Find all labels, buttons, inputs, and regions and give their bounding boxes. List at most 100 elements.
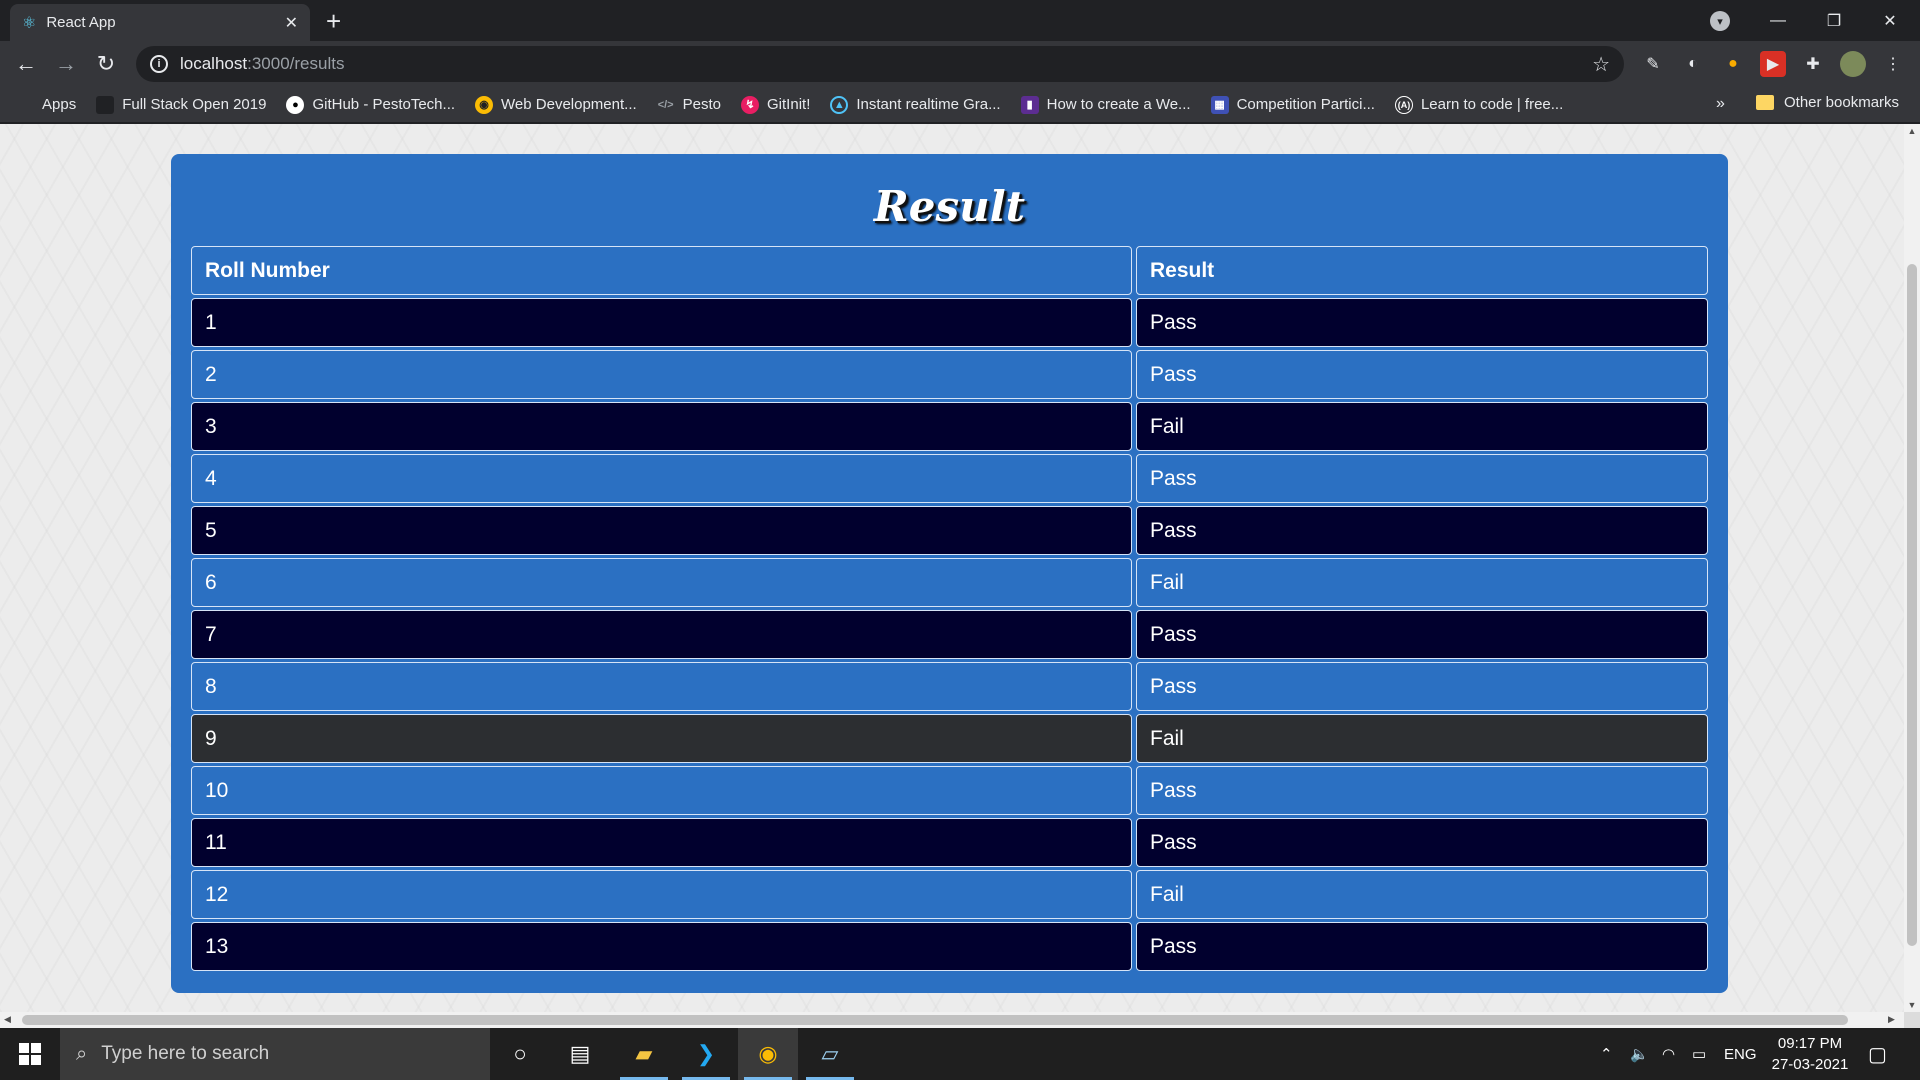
gitinit-icon: ↯ bbox=[741, 95, 760, 114]
user-extension-icon[interactable]: ● bbox=[1720, 51, 1746, 77]
result-cell: Pass bbox=[1136, 298, 1708, 347]
bookmark-apps[interactable]: Apps bbox=[18, 96, 76, 113]
back-icon[interactable]: ← bbox=[6, 44, 46, 84]
notepad-icon[interactable]: ▱ bbox=[800, 1028, 860, 1080]
pen-extension-icon[interactable]: ✎ bbox=[1640, 51, 1666, 77]
tab-title: React App bbox=[46, 14, 116, 31]
folder-icon bbox=[1756, 95, 1774, 110]
system-clock[interactable]: 09:17 PM 27-03-2021 bbox=[1764, 1033, 1856, 1075]
react-logo-icon: ⚛ bbox=[22, 14, 37, 32]
bookmark-how-to-create[interactable]: ▮ How to create a We... bbox=[1020, 95, 1191, 114]
bookmark-gitinit[interactable]: ↯ GitInit! bbox=[741, 95, 810, 114]
search-placeholder: Type here to search bbox=[101, 1043, 270, 1064]
extensions-puzzle-icon[interactable]: ✚ bbox=[1800, 51, 1826, 77]
new-tab-button[interactable]: + bbox=[326, 6, 341, 36]
language-indicator[interactable]: ENG bbox=[1724, 1028, 1757, 1080]
table-header-row: Roll Number Result bbox=[191, 246, 1708, 295]
close-tab-icon[interactable]: ✕ bbox=[285, 13, 298, 33]
bookmarks-bar: Apps Full Stack Open 2019 ● GitHub - Pes… bbox=[0, 87, 1920, 123]
notifications-icon[interactable]: ▢ bbox=[1868, 1028, 1887, 1080]
vscode-icon[interactable]: ❯ bbox=[676, 1028, 736, 1080]
table-row: 11 Pass bbox=[191, 818, 1708, 867]
code-icon: </> bbox=[657, 98, 674, 111]
roll-number-cell: 10 bbox=[191, 766, 1132, 815]
windows-taskbar: ⌕ Type here to search ○ ▤ ▰ ❯ ◉ ▱ ⌃ 🔈 ◠ … bbox=[0, 1028, 1920, 1080]
table-row: 3 Fail bbox=[191, 402, 1708, 451]
scrollbar-corner bbox=[1904, 1012, 1920, 1028]
other-bookmarks[interactable]: Other bookmarks bbox=[1756, 94, 1899, 111]
horizontal-scroll-thumb[interactable] bbox=[22, 1015, 1848, 1025]
page-icon bbox=[96, 95, 115, 114]
url-path: :3000/results bbox=[247, 54, 345, 73]
bookmark-pesto[interactable]: </> Pesto bbox=[657, 96, 721, 114]
roll-number-cell: 9 bbox=[191, 714, 1132, 763]
scroll-down-icon[interactable]: ▼ bbox=[1904, 1000, 1920, 1010]
bookmark-freecodecamp[interactable]: (A) Learn to code | free... bbox=[1394, 95, 1563, 114]
task-view-icon[interactable]: ▤ bbox=[550, 1028, 610, 1080]
bookmark-competition[interactable]: ▦ Competition Partici... bbox=[1210, 95, 1375, 114]
video-extension-icon[interactable]: ▶ bbox=[1760, 51, 1786, 77]
table-row: 7 Pass bbox=[191, 610, 1708, 659]
windows-logo-icon bbox=[19, 1043, 41, 1065]
forward-icon[interactable]: → bbox=[46, 44, 86, 84]
result-cell: Pass bbox=[1136, 662, 1708, 711]
roll-number-cell: 7 bbox=[191, 610, 1132, 659]
file-explorer-icon[interactable]: ▰ bbox=[614, 1028, 674, 1080]
result-cell: Fail bbox=[1136, 714, 1708, 763]
table-row: 8 Pass bbox=[191, 662, 1708, 711]
restore-button[interactable]: ❐ bbox=[1806, 0, 1862, 41]
bookmark-fullstackopen[interactable]: Full Stack Open 2019 bbox=[96, 95, 266, 114]
scroll-right-icon[interactable]: ▶ bbox=[1888, 1014, 1895, 1025]
result-cell: Pass bbox=[1136, 818, 1708, 867]
scroll-up-icon[interactable]: ▲ bbox=[1904, 126, 1920, 136]
result-cell: Pass bbox=[1136, 506, 1708, 555]
network-icon[interactable]: ◠ bbox=[1662, 1028, 1675, 1080]
calendar-icon: ▦ bbox=[1210, 95, 1229, 114]
horizontal-scrollbar[interactable]: ◀ ▶ bbox=[0, 1012, 1904, 1028]
roll-number-cell: 13 bbox=[191, 922, 1132, 971]
browser-toolbar: ← → ↻ i localhost:3000/results ☆ ✎ ◐ ● ▶… bbox=[0, 41, 1920, 87]
result-cell: Fail bbox=[1136, 558, 1708, 607]
more-bookmarks-icon[interactable]: » bbox=[1716, 95, 1725, 113]
vertical-scroll-thumb[interactable] bbox=[1907, 264, 1917, 946]
table-row: 13 Pass bbox=[191, 922, 1708, 971]
taskbar-search[interactable]: ⌕ Type here to search bbox=[60, 1028, 490, 1080]
cortana-icon[interactable]: ○ bbox=[490, 1028, 550, 1080]
bookmark-star-icon[interactable]: ☆ bbox=[1592, 52, 1610, 77]
roll-number-cell: 4 bbox=[191, 454, 1132, 503]
bookmark-instant-graphql[interactable]: ▲ Instant realtime Gra... bbox=[830, 95, 1001, 114]
volume-icon[interactable]: 🔈 bbox=[1630, 1028, 1649, 1080]
address-bar[interactable]: i localhost:3000/results ☆ bbox=[136, 46, 1624, 82]
tab-search-icon[interactable]: ▾ bbox=[1710, 11, 1730, 31]
menu-kebab-icon[interactable]: ⋮ bbox=[1880, 51, 1906, 77]
battery-icon[interactable]: ▭ bbox=[1692, 1028, 1706, 1080]
table-row: 10 Pass bbox=[191, 766, 1708, 815]
roll-number-cell: 5 bbox=[191, 506, 1132, 555]
shield-icon: ▲ bbox=[830, 95, 849, 114]
bookmark-github[interactable]: ● GitHub - PestoTech... bbox=[286, 95, 455, 114]
table-row: 5 Pass bbox=[191, 506, 1708, 555]
result-cell: Pass bbox=[1136, 766, 1708, 815]
chrome-icon[interactable]: ◉ bbox=[738, 1028, 798, 1080]
circle-extension-icon[interactable]: ◐ bbox=[1680, 51, 1706, 77]
table-row: 4 Pass bbox=[191, 454, 1708, 503]
roll-number-cell: 3 bbox=[191, 402, 1132, 451]
results-card: Result Roll Number Result 1 Pass 2 Pass … bbox=[171, 154, 1728, 993]
header-result: Result bbox=[1136, 246, 1708, 295]
profile-avatar[interactable] bbox=[1840, 51, 1866, 77]
roll-number-cell: 1 bbox=[191, 298, 1132, 347]
minimize-button[interactable]: — bbox=[1750, 0, 1806, 41]
site-info-icon[interactable]: i bbox=[150, 55, 168, 73]
vertical-scrollbar[interactable]: ▲ ▼ bbox=[1904, 124, 1920, 1012]
browser-tab[interactable]: ⚛ React App ✕ bbox=[10, 4, 310, 41]
show-hidden-icons[interactable]: ⌃ bbox=[1600, 1028, 1613, 1080]
scroll-left-icon[interactable]: ◀ bbox=[4, 1014, 11, 1025]
roll-number-cell: 6 bbox=[191, 558, 1132, 607]
result-cell: Fail bbox=[1136, 870, 1708, 919]
start-button[interactable] bbox=[0, 1028, 60, 1080]
close-window-button[interactable]: ✕ bbox=[1862, 0, 1918, 41]
table-row: 2 Pass bbox=[191, 350, 1708, 399]
reload-icon[interactable]: ↻ bbox=[86, 44, 126, 84]
bookmark-webdev[interactable]: ◉ Web Development... bbox=[475, 95, 637, 114]
clock-time: 09:17 PM bbox=[1777, 1035, 1843, 1052]
